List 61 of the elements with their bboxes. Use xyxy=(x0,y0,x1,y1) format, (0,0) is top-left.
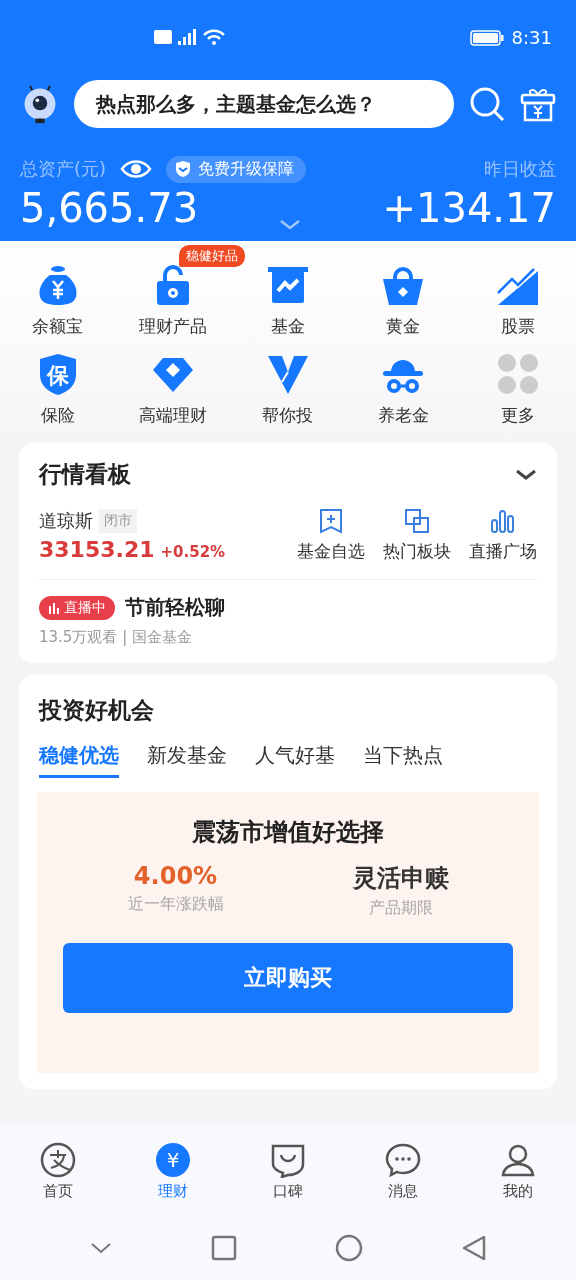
square-icon xyxy=(211,1235,237,1261)
triangle-icon xyxy=(461,1235,487,1261)
status-time: 8:31 xyxy=(511,27,552,48)
index-name: 道琼斯 xyxy=(39,509,93,533)
shortcut-label[interactable]: 高端理财 xyxy=(138,404,207,427)
promo-tag: 稳健好品 xyxy=(179,245,246,267)
tab-bar-item[interactable]: 首页 xyxy=(17,1140,98,1202)
buy-button[interactable]: 立即购买 xyxy=(63,943,513,1013)
search-icon xyxy=(468,85,506,123)
market-link[interactable]: 热门板块 xyxy=(383,508,451,563)
category-tab[interactable]: 新发基金 xyxy=(147,742,227,778)
stat-label: 近一年涨跌幅 xyxy=(127,894,224,915)
bookmark-plus-icon xyxy=(318,508,344,534)
four-dots-icon xyxy=(496,352,541,396)
circle-icon xyxy=(335,1234,363,1262)
shortcut-label[interactable]: 帮你投 xyxy=(262,404,314,427)
search-prompt[interactable]: 热点那么多，主题基金怎么选？ xyxy=(74,80,454,128)
tab-bar-item[interactable]: ¥ 理财 xyxy=(132,1140,213,1202)
shortcut-label[interactable]: 黄金 xyxy=(386,315,421,338)
shortcut-label[interactable]: 基金 xyxy=(271,315,305,338)
shortcut-label[interactable]: 理财产品 xyxy=(138,315,207,338)
yen-circle-icon: ¥ xyxy=(154,1141,191,1178)
chevron-down-icon xyxy=(515,468,537,481)
shield-check-icon xyxy=(174,160,193,178)
live-badge: 直播中 xyxy=(39,595,115,620)
overlapping-squares-icon xyxy=(404,508,430,534)
tab-bar-item[interactable]: 消息 xyxy=(363,1140,444,1202)
live-title[interactable]: 节前轻松聊 xyxy=(125,594,225,621)
gift-icon xyxy=(520,86,556,122)
shortcut-label[interactable]: 股票 xyxy=(501,315,536,338)
market-link[interactable]: 直播广场 xyxy=(469,508,537,563)
shortcut-label[interactable]: 余额宝 xyxy=(32,315,84,338)
battery-icon xyxy=(469,28,504,47)
category-tab[interactable]: 当下热点 xyxy=(363,742,443,778)
yesterday-earnings-label: 昨日收益 xyxy=(484,157,556,181)
shortcut-label[interactable]: 养老金 xyxy=(377,404,429,427)
shortcut-label[interactable]: 更多 xyxy=(501,404,536,427)
bar-chart-icon xyxy=(490,508,516,534)
stat-value: 4.00% xyxy=(133,862,218,890)
chevron-down-icon xyxy=(279,219,302,231)
yesterday-earnings-value: +134.17 xyxy=(382,185,556,231)
circle-logo-icon xyxy=(39,1141,76,1178)
category-tab[interactable]: 稳健优选 xyxy=(39,742,119,778)
feature-title: 震荡市增值好选择 xyxy=(192,817,384,848)
card-title: 行情看板 xyxy=(39,460,131,489)
tab-bar-item[interactable]: 口碑 xyxy=(247,1140,328,1202)
chat-bubble-icon xyxy=(385,1141,422,1178)
stat-value: 灵活申赎 xyxy=(352,863,449,894)
card-title: 投资好机会 xyxy=(39,697,154,723)
total-assets-value: 5,665.73 xyxy=(20,185,199,231)
bars-icon xyxy=(48,601,60,614)
index-value: 33153.21 xyxy=(39,537,155,562)
shortcut-label[interactable]: 保险 xyxy=(40,404,75,427)
index-change: +0.52% xyxy=(160,543,226,561)
tab-bar-item[interactable]: 我的 xyxy=(478,1140,559,1202)
market-status: 闭市 xyxy=(99,509,137,533)
category-tab[interactable]: 人气好基 xyxy=(255,742,335,778)
total-assets-label: 总资产(元) xyxy=(20,157,107,181)
market-link[interactable]: 基金自选 xyxy=(297,508,365,563)
live-meta: 13.5万观看 | 国金基金 xyxy=(39,628,192,646)
stat-label: 产品期限 xyxy=(368,898,433,919)
